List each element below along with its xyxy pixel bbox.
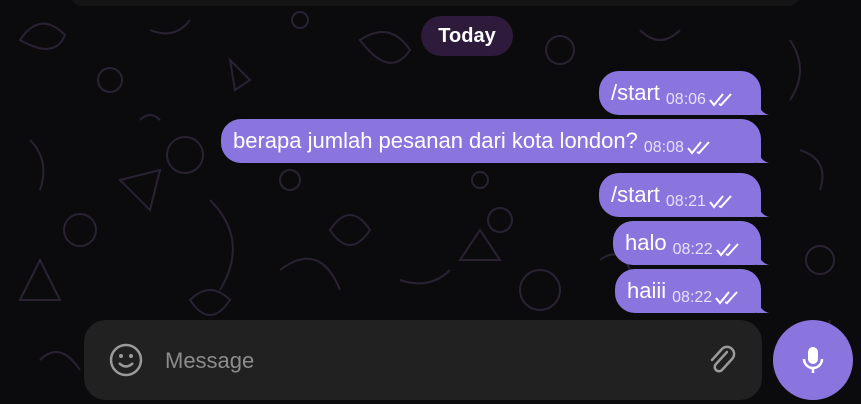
message-text: berapa jumlah pesanan dari kota london? (233, 128, 638, 153)
message-text: halo (625, 230, 667, 255)
double-check-icon (709, 93, 732, 107)
message-time: 08:22 (672, 289, 713, 306)
message-bubble[interactable]: haiii 08:22 (615, 269, 769, 313)
message-text: haiii (627, 278, 667, 303)
message-time: 08:08 (643, 139, 684, 156)
message-text: /start (611, 80, 660, 105)
double-check-icon (709, 195, 732, 209)
microphone-button[interactable] (773, 320, 853, 400)
message-time: 08:06 (665, 91, 706, 108)
microphone-icon (802, 347, 824, 373)
message-composer: Message (84, 320, 762, 400)
message-time: 08:22 (672, 241, 713, 258)
top-bar-edge (70, 0, 800, 6)
smile-icon[interactable] (106, 340, 146, 380)
message-bubble[interactable]: berapa jumlah pesanan dari kota london? … (221, 119, 769, 163)
message-input[interactable]: Message (165, 348, 254, 374)
message-bubble[interactable]: /start 08:06 (599, 71, 769, 115)
double-check-icon (687, 141, 710, 155)
message-bubble[interactable]: /start 08:21 (599, 173, 769, 217)
date-separator-label: Today (438, 24, 496, 47)
paperclip-icon[interactable] (702, 340, 742, 380)
date-separator: Today (421, 16, 513, 56)
double-check-icon (715, 291, 738, 305)
message-text: /start (611, 182, 660, 207)
message-bubble[interactable]: halo 08:22 (613, 221, 769, 265)
double-check-icon (715, 243, 739, 257)
message-time: 08:21 (665, 193, 706, 210)
